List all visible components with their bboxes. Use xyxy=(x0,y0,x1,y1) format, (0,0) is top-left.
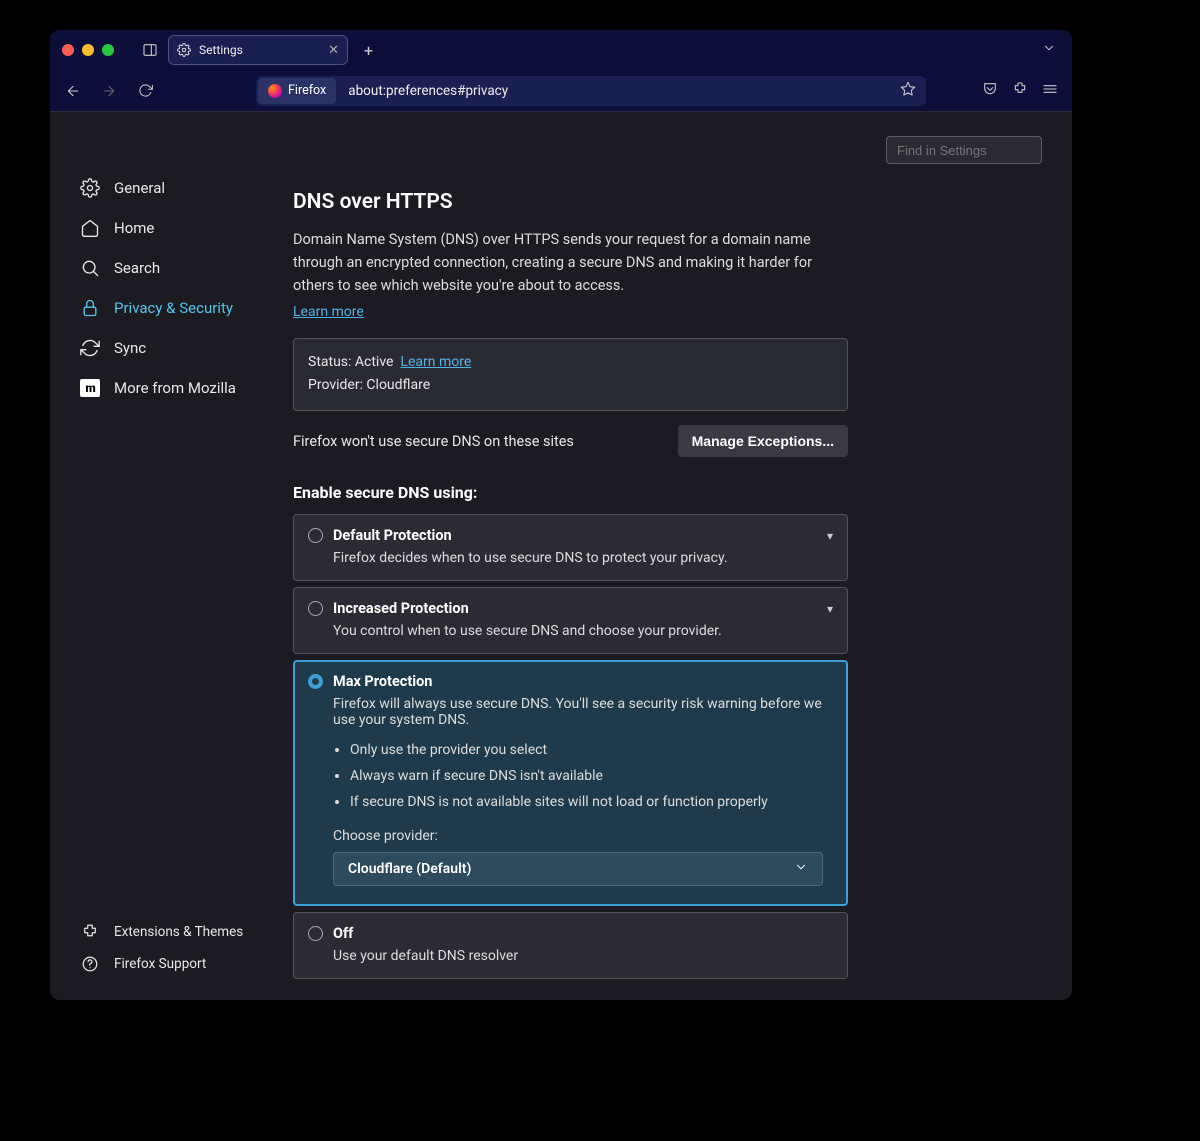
section-title: DNS over HTTPS xyxy=(293,190,1042,214)
puzzle-icon xyxy=(80,922,100,942)
provider-dropdown[interactable]: Cloudflare (Default) xyxy=(333,852,823,886)
home-icon xyxy=(80,218,100,238)
status-learn-more-link[interactable]: Learn more xyxy=(400,354,471,370)
bullet-item: Always warn if secure DNS isn't availabl… xyxy=(350,768,833,784)
radio-selected-icon xyxy=(308,674,323,689)
settings-main: DNS over HTTPS Domain Name System (DNS) … xyxy=(285,112,1072,1000)
chevron-down-icon xyxy=(794,860,808,878)
settings-search-input[interactable] xyxy=(886,136,1042,164)
sidebar-item-more-mozilla[interactable]: m More from Mozilla xyxy=(80,368,285,408)
option-title: Increased Protection xyxy=(333,600,469,617)
choose-provider-label: Choose provider: xyxy=(333,828,833,844)
option-title: Max Protection xyxy=(333,673,432,690)
sidebar-item-label: Firefox Support xyxy=(114,956,206,972)
sidebar-item-sync[interactable]: Sync xyxy=(80,328,285,368)
url-text: about:preferences#privacy xyxy=(338,83,508,99)
reload-button[interactable] xyxy=(130,76,160,106)
help-icon xyxy=(80,954,100,974)
option-title: Off xyxy=(333,925,353,942)
search-icon xyxy=(80,258,100,278)
sidebar-item-label: Sync xyxy=(114,339,146,357)
option-off[interactable]: Off Use your default DNS resolver xyxy=(293,912,848,979)
pocket-icon[interactable] xyxy=(982,81,998,101)
forward-button[interactable] xyxy=(94,76,124,106)
sidebar-item-general[interactable]: General xyxy=(80,168,285,208)
option-increased-protection[interactable]: Increased Protection ▾ You control when … xyxy=(293,587,848,654)
option-max-protection[interactable]: Max Protection Firefox will always use s… xyxy=(293,660,848,906)
option-title: Default Protection xyxy=(333,527,452,544)
bullet-item: If secure DNS is not available sites wil… xyxy=(350,794,833,810)
browser-window: Settings ✕ + Firefox about:preferences#p… xyxy=(50,30,1072,1000)
settings-content: General Home Search Privacy & Security S… xyxy=(50,112,1072,1000)
sidebar-item-label: Home xyxy=(114,219,154,237)
settings-sidebar: General Home Search Privacy & Security S… xyxy=(50,112,285,1000)
lock-icon xyxy=(80,298,100,318)
option-default-protection[interactable]: Default Protection ▾ Firefox decides whe… xyxy=(293,514,848,581)
navigation-toolbar: Firefox about:preferences#privacy xyxy=(50,70,1072,112)
new-tab-button[interactable]: + xyxy=(356,37,381,64)
gear-icon xyxy=(80,178,100,198)
sidebar-item-home[interactable]: Home xyxy=(80,208,285,248)
sidebar-item-label: Privacy & Security xyxy=(114,299,233,317)
section-description: Domain Name System (DNS) over HTTPS send… xyxy=(293,228,853,298)
radio-icon xyxy=(308,601,323,616)
option-subtitle: Firefox will always use secure DNS. You'… xyxy=(333,696,833,728)
sync-icon xyxy=(80,338,100,358)
option-subtitle: You control when to use secure DNS and c… xyxy=(333,623,833,639)
status-box: Status: Active Learn more Provider: Clou… xyxy=(293,338,848,412)
enable-heading: Enable secure DNS using: xyxy=(293,483,1042,502)
mozilla-icon: m xyxy=(80,378,100,398)
hamburger-menu-icon[interactable] xyxy=(1042,81,1058,101)
provider-label: Provider: Cloudflare xyxy=(308,374,833,398)
window-controls xyxy=(62,44,114,56)
back-button[interactable] xyxy=(58,76,88,106)
sidebar-item-label: General xyxy=(114,179,165,197)
chevron-down-icon[interactable]: ▾ xyxy=(827,602,833,616)
provider-value: Cloudflare (Default) xyxy=(348,861,471,877)
extensions-icon[interactable] xyxy=(1012,81,1028,101)
sidebar-item-extensions[interactable]: Extensions & Themes xyxy=(80,916,285,948)
sidebar-item-privacy[interactable]: Privacy & Security xyxy=(80,288,285,328)
firefox-logo-icon xyxy=(268,84,282,98)
option-subtitle: Use your default DNS resolver xyxy=(333,948,833,964)
option-subtitle: Firefox decides when to use secure DNS t… xyxy=(333,550,833,566)
exceptions-text: Firefox won't use secure DNS on these si… xyxy=(293,433,574,450)
identity-label: Firefox xyxy=(288,83,326,98)
sidebar-item-label: Extensions & Themes xyxy=(114,924,243,940)
minimize-window-button[interactable] xyxy=(82,44,94,56)
exceptions-row: Firefox won't use secure DNS on these si… xyxy=(293,425,848,457)
gear-icon xyxy=(177,43,191,57)
close-tab-button[interactable]: ✕ xyxy=(328,43,339,58)
sidebar-toggle-icon[interactable] xyxy=(140,40,160,60)
sidebar-item-search[interactable]: Search xyxy=(80,248,285,288)
url-bar[interactable]: Firefox about:preferences#privacy xyxy=(256,76,926,106)
identity-box[interactable]: Firefox xyxy=(258,78,336,104)
status-label: Status: Active xyxy=(308,354,393,370)
radio-icon xyxy=(308,528,323,543)
bullet-item: Only use the provider you select xyxy=(350,742,833,758)
bookmark-star-icon[interactable] xyxy=(900,81,916,101)
sidebar-item-support[interactable]: Firefox Support xyxy=(80,948,285,980)
sidebar-item-label: More from Mozilla xyxy=(114,379,236,397)
tab-title: Settings xyxy=(199,43,243,57)
chevron-down-icon[interactable]: ▾ xyxy=(827,529,833,543)
list-all-tabs-button[interactable] xyxy=(1042,41,1056,59)
titlebar: Settings ✕ + xyxy=(50,30,1072,70)
radio-icon xyxy=(308,926,323,941)
sidebar-item-label: Search xyxy=(114,259,160,277)
manage-exceptions-button[interactable]: Manage Exceptions... xyxy=(678,425,848,457)
tab-settings[interactable]: Settings ✕ xyxy=(168,35,348,65)
learn-more-link[interactable]: Learn more xyxy=(293,304,364,320)
maximize-window-button[interactable] xyxy=(102,44,114,56)
close-window-button[interactable] xyxy=(62,44,74,56)
